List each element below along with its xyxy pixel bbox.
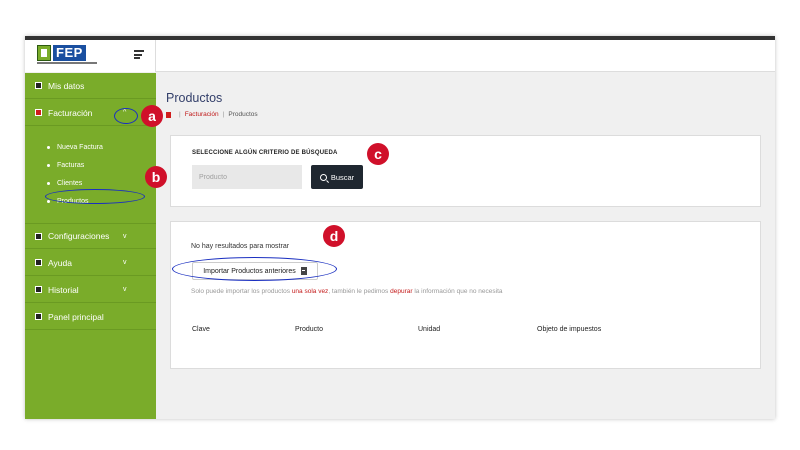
- sidebar-item-configuraciones[interactable]: Configuraciones v: [25, 223, 156, 249]
- note-highlight: una sola vez: [291, 288, 329, 295]
- column-header-unidad: Unidad: [418, 326, 441, 333]
- annotation-ring-a: [114, 108, 138, 124]
- sidebar-item-label: Facturación: [48, 107, 93, 118]
- gear-icon: [35, 232, 42, 240]
- chevron-down-icon[interactable]: v: [123, 286, 127, 293]
- empty-message: No hay resultados para mostrar: [191, 243, 290, 250]
- breadcrumb-link-facturacion[interactable]: Facturación: [185, 111, 219, 118]
- history-icon: [35, 286, 42, 293]
- subitem-label: Clientes: [57, 180, 83, 187]
- note-text: , también le pedimos: [328, 288, 391, 295]
- column-header-objeto-impuestos: Objeto de impuestos: [537, 326, 602, 333]
- sidebar: Mis datos Facturación ^ Nueva Factura Fa…: [25, 73, 156, 419]
- fep-logo: FEP: [37, 45, 97, 65]
- results-card: No hay resultados para mostrar Importar …: [170, 221, 761, 369]
- page-title: Productos: [166, 91, 223, 105]
- breadcrumb-separator: |: [222, 111, 225, 118]
- column-header-producto: Producto: [295, 326, 324, 333]
- breadcrumb: | Facturación | Productos: [166, 111, 258, 118]
- chevron-down-icon[interactable]: v: [123, 233, 127, 240]
- monitor-icon: [35, 313, 42, 320]
- annotation-ring-d: [172, 257, 337, 281]
- sidebar-item-historial[interactable]: Historial v: [25, 277, 156, 303]
- breadcrumb-current: Productos: [228, 111, 258, 118]
- sidebar-item-label: Historial: [48, 284, 79, 295]
- home-icon[interactable]: [166, 111, 171, 118]
- sidebar-item-label: Ayuda: [48, 257, 72, 268]
- sidebar-item-label: Mis datos: [48, 80, 85, 91]
- search-card: SELECCIONE ALGÚN CRITERIO DE BÚSQUEDA Bu…: [170, 135, 761, 207]
- sidebar-item-panel-principal[interactable]: Panel principal: [25, 304, 156, 330]
- search-button-label: Buscar: [330, 172, 355, 182]
- help-icon: [35, 259, 42, 266]
- subitem-label: Facturas: [57, 162, 85, 169]
- sidebar-item-ayuda[interactable]: Ayuda v: [25, 250, 156, 276]
- sidebar-item-label: Panel principal: [48, 311, 104, 322]
- logo-text: FEP: [53, 45, 86, 61]
- search-icon: [319, 173, 327, 181]
- callout-a: a: [141, 105, 163, 127]
- top-bar: FEP: [25, 40, 775, 72]
- menu-toggle-icon[interactable]: [134, 50, 144, 59]
- import-note: Solo puede importar los productos una so…: [191, 288, 503, 295]
- user-icon: [35, 82, 42, 89]
- sidebar-subitem-clientes[interactable]: Clientes: [47, 180, 82, 187]
- logo-area: FEP: [25, 40, 156, 72]
- callout-b: b: [145, 166, 167, 188]
- sidebar-item-mis-datos[interactable]: Mis datos: [25, 73, 156, 99]
- chevron-down-icon[interactable]: v: [123, 259, 127, 266]
- column-header-clave: Clave: [192, 326, 210, 333]
- product-search-input[interactable]: [192, 165, 302, 189]
- sidebar-subitem-nueva-factura[interactable]: Nueva Factura: [47, 144, 103, 151]
- main-content: Productos | Facturación | Productos SELE…: [156, 73, 775, 419]
- note-text: la información que no necesita: [412, 288, 503, 295]
- logo-tagline: [37, 62, 97, 64]
- app-window: FEP Mis datos Facturación ^ Nueva Factur…: [25, 36, 775, 419]
- note-text: Solo puede importar los productos: [191, 288, 292, 295]
- callout-c: c: [367, 143, 389, 165]
- invoice-icon: [35, 109, 42, 116]
- sidebar-item-label: Configuraciones: [48, 231, 110, 241]
- subitem-label: Nueva Factura: [57, 144, 103, 151]
- logo-mark-icon: [37, 45, 51, 61]
- note-highlight: depurar: [390, 288, 413, 295]
- sidebar-subitem-facturas[interactable]: Facturas: [47, 162, 84, 169]
- search-button[interactable]: Buscar: [311, 165, 363, 189]
- breadcrumb-separator: |: [179, 111, 181, 118]
- callout-d: d: [323, 225, 345, 247]
- annotation-ring-b: [45, 189, 145, 204]
- search-heading: SELECCIONE ALGÚN CRITERIO DE BÚSQUEDA: [192, 150, 338, 156]
